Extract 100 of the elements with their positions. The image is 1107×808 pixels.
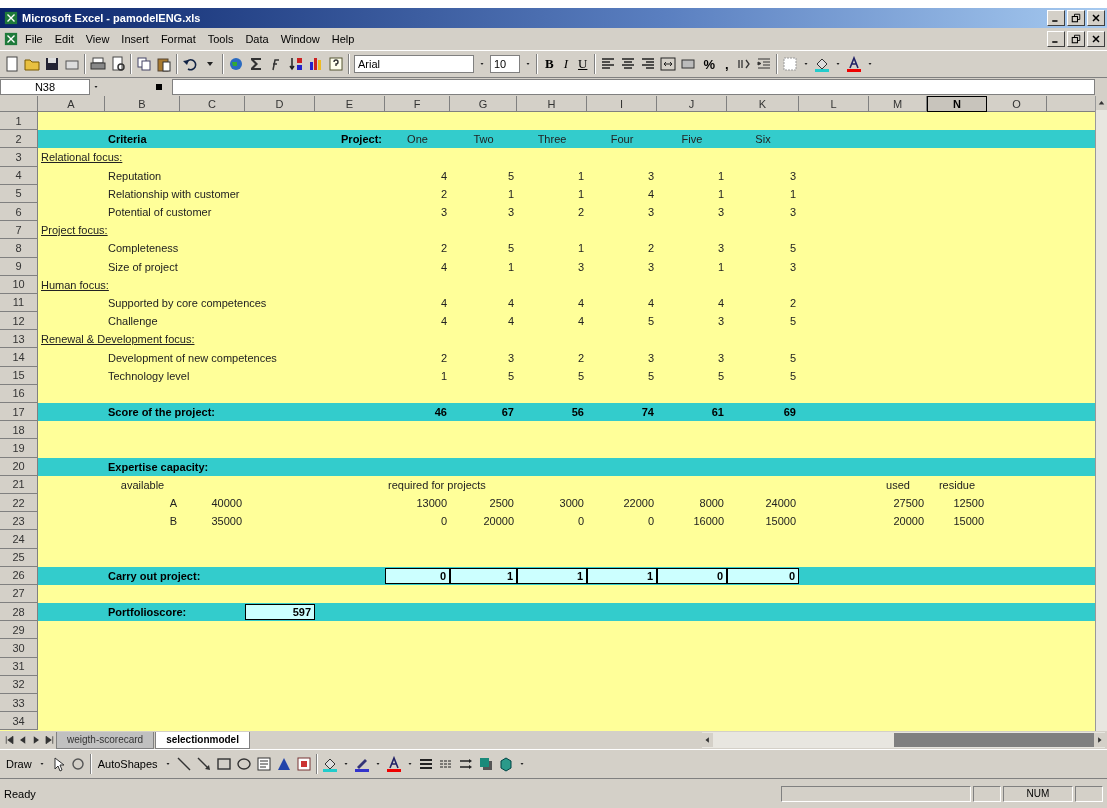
- paste-icon[interactable]: [156, 56, 172, 72]
- number-format-button[interactable]: %: [700, 54, 718, 74]
- scroll-up-icon[interactable]: [1096, 96, 1107, 110]
- rectangle-icon[interactable]: [215, 756, 232, 772]
- input-cell[interactable]: 0: [385, 567, 450, 584]
- number-format-button[interactable]: ,: [721, 54, 732, 74]
- bold-button[interactable]: B: [542, 54, 557, 74]
- row-header[interactable]: 28: [0, 603, 38, 622]
- name-box[interactable]: N38: [0, 79, 90, 95]
- font-color-icon[interactable]: [385, 756, 402, 772]
- autoshapes-menu[interactable]: AutoShapes: [95, 758, 160, 770]
- sheet-tab[interactable]: weigth-scorecard: [56, 731, 155, 749]
- align-left-icon[interactable]: [600, 56, 617, 72]
- row-header[interactable]: 29: [0, 621, 38, 640]
- line-style-icon[interactable]: [417, 756, 434, 772]
- sort-icon[interactable]: [288, 56, 304, 72]
- globe-icon[interactable]: [228, 56, 244, 72]
- new-document-icon[interactable]: [4, 56, 20, 72]
- menu-item[interactable]: Data: [240, 32, 274, 46]
- menu-item[interactable]: Window: [275, 32, 325, 46]
- column-header[interactable]: H: [517, 96, 587, 112]
- clip-art-icon[interactable]: [295, 756, 312, 772]
- select-all-corner[interactable]: [0, 96, 38, 112]
- input-cell[interactable]: 597: [245, 604, 315, 621]
- row-header[interactable]: 23: [0, 512, 38, 531]
- input-cell[interactable]: 1: [517, 567, 587, 584]
- row-header[interactable]: 2: [0, 130, 38, 149]
- chart-icon[interactable]: [308, 56, 324, 72]
- column-header[interactable]: G: [450, 96, 517, 112]
- 3d-icon[interactable]: [497, 756, 514, 772]
- sheet-tab[interactable]: selectionmodel: [155, 731, 250, 749]
- copy-icon[interactable]: [136, 56, 152, 72]
- menu-item[interactable]: Tools: [202, 32, 239, 46]
- row-header[interactable]: 18: [0, 421, 38, 440]
- menu-item[interactable]: View: [80, 32, 115, 46]
- shadow-icon[interactable]: [477, 756, 494, 772]
- column-header[interactable]: L: [799, 96, 869, 112]
- menu-item[interactable]: Help: [326, 32, 360, 46]
- merge-cells-icon[interactable]: [660, 56, 677, 72]
- text-box-icon[interactable]: [255, 756, 272, 772]
- sum-icon[interactable]: [248, 56, 264, 72]
- input-cell[interactable]: 0: [657, 567, 727, 584]
- help-icon[interactable]: [328, 56, 344, 72]
- draw-menu[interactable]: Draw: [4, 758, 34, 770]
- column-header[interactable]: J: [657, 96, 727, 112]
- menu-item[interactable]: Format: [155, 32, 201, 46]
- vertical-scrollbar[interactable]: [1095, 96, 1107, 731]
- row-header[interactable]: 8: [0, 239, 38, 258]
- italic-button[interactable]: I: [560, 54, 571, 74]
- input-cell[interactable]: 0: [727, 567, 799, 584]
- column-header[interactable]: K: [727, 96, 799, 112]
- row-header[interactable]: 13: [0, 330, 38, 349]
- scroll-thumb[interactable]: [894, 733, 1094, 747]
- row-header[interactable]: 14: [0, 348, 38, 367]
- line-color-icon[interactable]: [353, 756, 370, 772]
- scroll-right-icon[interactable]: [1094, 733, 1105, 747]
- wordart-icon[interactable]: [275, 756, 292, 772]
- column-header[interactable]: A: [38, 96, 105, 112]
- line-icon[interactable]: [175, 756, 192, 772]
- column-header[interactable]: F: [385, 96, 450, 112]
- row-header[interactable]: 30: [0, 639, 38, 658]
- font-color-icon[interactable]: [845, 56, 862, 72]
- row-header[interactable]: 12: [0, 312, 38, 331]
- font-size-dropdown[interactable]: 10: [490, 55, 520, 73]
- formula-input[interactable]: [172, 79, 1095, 95]
- first-sheet-icon[interactable]: [4, 734, 16, 746]
- column-header[interactable]: D: [245, 96, 315, 112]
- row-header[interactable]: 19: [0, 439, 38, 458]
- row-header[interactable]: 33: [0, 694, 38, 713]
- arrow-icon[interactable]: [195, 756, 212, 772]
- underline-button[interactable]: U: [575, 54, 591, 74]
- input-cell[interactable]: 1: [587, 567, 657, 584]
- printer-icon[interactable]: [90, 56, 106, 72]
- row-header[interactable]: 7: [0, 221, 38, 240]
- row-header[interactable]: 3: [0, 148, 38, 167]
- arrow-style-icon[interactable]: [457, 756, 474, 772]
- column-header[interactable]: O: [987, 96, 1047, 112]
- align-right-icon[interactable]: [640, 56, 657, 72]
- row-header[interactable]: 1: [0, 112, 38, 131]
- font-dropdown[interactable]: Arial: [354, 55, 474, 73]
- column-header[interactable]: B: [105, 96, 180, 112]
- print-preview-icon[interactable]: [110, 56, 126, 72]
- column-header[interactable]: C: [180, 96, 245, 112]
- menu-item[interactable]: File: [20, 32, 48, 46]
- workbook-icon[interactable]: [4, 32, 18, 46]
- rotate-icon[interactable]: [69, 756, 86, 772]
- column-header[interactable]: E: [315, 96, 385, 112]
- row-header[interactable]: 17: [0, 403, 38, 422]
- indent-icon[interactable]: [755, 56, 772, 72]
- align-center-icon[interactable]: [620, 56, 637, 72]
- fill-color-icon[interactable]: [813, 56, 830, 72]
- fill-color-icon[interactable]: [321, 756, 338, 772]
- menu-item[interactable]: Insert: [116, 32, 154, 46]
- save-icon[interactable]: [44, 56, 60, 72]
- column-header[interactable]: M: [869, 96, 927, 112]
- scroll-left-icon[interactable]: [701, 733, 713, 747]
- row-header[interactable]: 24: [0, 530, 38, 549]
- undo-icon[interactable]: [182, 56, 198, 72]
- column-header[interactable]: I: [587, 96, 657, 112]
- column-header[interactable]: N: [927, 96, 987, 112]
